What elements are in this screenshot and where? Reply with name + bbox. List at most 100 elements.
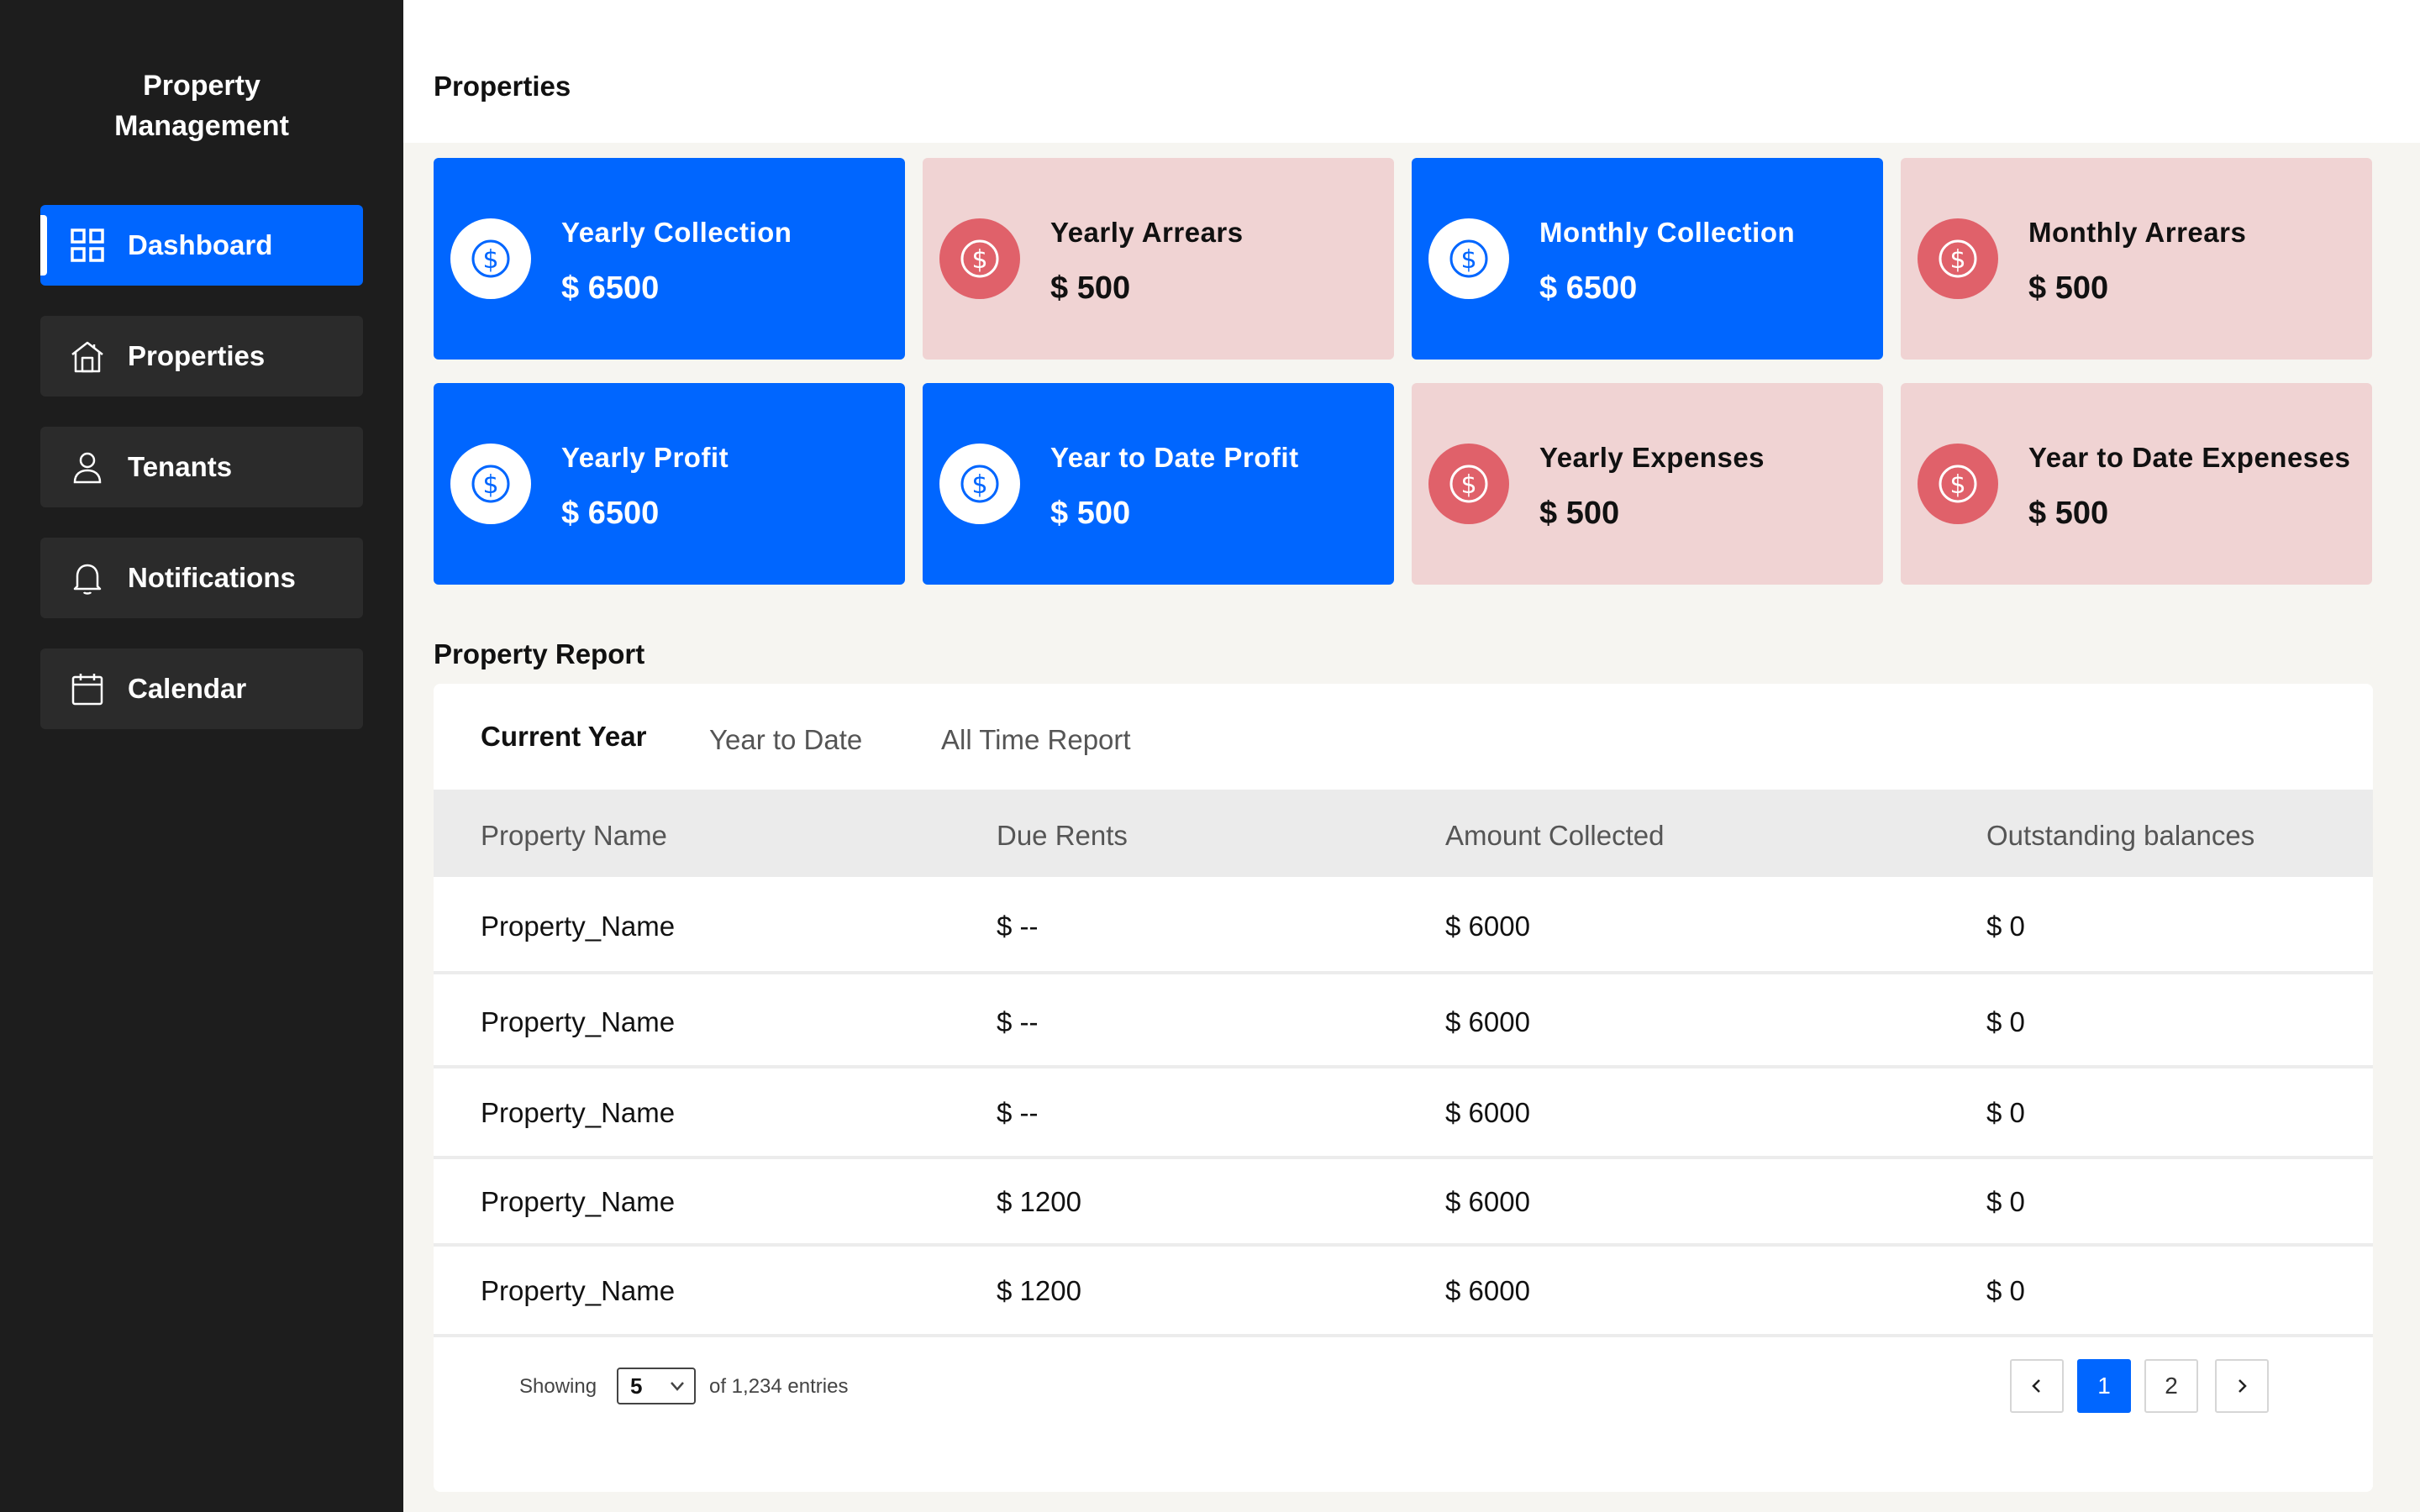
- card-value: $ 6500: [561, 270, 660, 306]
- sidebar-item-tenants[interactable]: Tenants: [40, 427, 363, 507]
- page-size-value: 5: [630, 1373, 643, 1399]
- sidebar-item-dashboard[interactable]: Dashboard: [40, 205, 363, 286]
- column-header-outstanding-balances[interactable]: Outstanding balances: [1986, 820, 2254, 852]
- card-label: Year to Date Profit: [1050, 442, 1299, 473]
- card-value: $ 500: [1050, 270, 1131, 306]
- pagination-prev-button[interactable]: [2010, 1359, 2064, 1413]
- card-value: $ 6500: [561, 496, 660, 531]
- entries-label: of 1,234 entries: [709, 1375, 849, 1398]
- card-label: Yearly Profit: [561, 442, 729, 473]
- cell-due-rents: $ --: [997, 911, 1039, 942]
- cell-property-name: Property_Name: [481, 911, 676, 942]
- card-yearly-expenses[interactable]: $ Yearly Expenses $ 500: [1412, 383, 1883, 585]
- cell-amount-collected: $ 6000: [1445, 1097, 1530, 1128]
- svg-text:$: $: [971, 245, 987, 275]
- report-title: Property Report: [434, 638, 645, 669]
- top-bar: [403, 0, 2420, 143]
- user-icon: [69, 449, 106, 486]
- grid-icon: [69, 227, 106, 264]
- cell-due-rents: $ 1200: [997, 1186, 1081, 1217]
- card-label: Year to Date Expeneses: [2028, 442, 2351, 473]
- cell-outstanding-balance: $ 0: [1986, 1275, 2025, 1306]
- card-value: $ 500: [2028, 496, 2109, 531]
- sidebar-item-properties[interactable]: Properties: [40, 316, 363, 396]
- cell-property-name: Property_Name: [481, 1097, 676, 1128]
- svg-text:$: $: [971, 470, 987, 500]
- dollar-coin-icon: $: [1428, 444, 1509, 524]
- card-year-to-date-expenses[interactable]: $ Year to Date Expeneses $ 500: [1901, 383, 2372, 585]
- dollar-coin-icon: $: [939, 218, 1020, 299]
- app-brand: Property Management: [0, 66, 403, 146]
- tab-all-time-report[interactable]: All Time Report: [941, 724, 1131, 756]
- cell-amount-collected: $ 6000: [1445, 1186, 1530, 1217]
- cell-property-name: Property_Name: [481, 1006, 676, 1037]
- cell-outstanding-balance: $ 0: [1986, 1006, 2025, 1037]
- card-label: Monthly Arrears: [2028, 217, 2247, 248]
- showing-label: Showing: [519, 1375, 597, 1398]
- cell-outstanding-balance: $ 0: [1986, 1097, 2025, 1128]
- pagination-page-2[interactable]: 2: [2144, 1359, 2198, 1413]
- card-value: $ 6500: [1539, 270, 1638, 306]
- card-year-to-date-profit[interactable]: $ Year to Date Profit $ 500: [923, 383, 1394, 585]
- pagination-page-1[interactable]: 1: [2077, 1359, 2131, 1413]
- svg-text:$: $: [1460, 470, 1476, 500]
- card-label: Yearly Arrears: [1050, 217, 1244, 248]
- tab-current-year[interactable]: Current Year: [481, 721, 646, 753]
- card-value: $ 500: [1539, 496, 1620, 531]
- pagination-next-button[interactable]: [2215, 1359, 2269, 1413]
- brand-line-2: Management: [114, 110, 289, 142]
- sidebar-item-label: Notifications: [128, 562, 296, 593]
- property-report-panel: Current Year Year to Date All Time Repor…: [434, 684, 2373, 1492]
- cell-property-name: Property_Name: [481, 1186, 676, 1217]
- sidebar-item-label: Properties: [128, 340, 266, 371]
- card-yearly-arrears[interactable]: $ Yearly Arrears $ 500: [923, 158, 1394, 360]
- card-monthly-arrears[interactable]: $ Monthly Arrears $ 500: [1901, 158, 2372, 360]
- page-title: Properties: [434, 71, 571, 102]
- chevron-right-icon: [2238, 1379, 2247, 1393]
- card-yearly-collection[interactable]: $ Yearly Collection $ 6500: [434, 158, 905, 360]
- table-row[interactable]: Property_Name $ 1200 $ 6000 $ 0: [434, 1247, 2373, 1337]
- chevron-left-icon: [2032, 1379, 2040, 1393]
- svg-text:$: $: [1949, 470, 1965, 500]
- cell-amount-collected: $ 6000: [1445, 911, 1530, 942]
- table-header: Property Name Due Rents Amount Collected…: [434, 790, 2373, 877]
- dollar-coin-icon: $: [1428, 218, 1509, 299]
- sidebar: Property Management Dashboard Properties…: [0, 0, 403, 1512]
- card-yearly-profit[interactable]: $ Yearly Profit $ 6500: [434, 383, 905, 585]
- svg-text:$: $: [1949, 245, 1965, 275]
- card-value: $ 500: [1050, 496, 1131, 531]
- svg-text:$: $: [482, 470, 498, 500]
- table-row[interactable]: Property_Name $ 1200 $ 6000 $ 0: [434, 1159, 2373, 1247]
- sidebar-item-calendar[interactable]: Calendar: [40, 648, 363, 729]
- card-monthly-collection[interactable]: $ Monthly Collection $ 6500: [1412, 158, 1883, 360]
- table-row[interactable]: Property_Name $ -- $ 6000 $ 0: [434, 974, 2373, 1068]
- tab-year-to-date[interactable]: Year to Date: [709, 724, 862, 756]
- cell-property-name: Property_Name: [481, 1275, 676, 1306]
- table-row[interactable]: Property_Name $ -- $ 6000 $ 0: [434, 877, 2373, 974]
- table-row[interactable]: Property_Name $ -- $ 6000 $ 0: [434, 1068, 2373, 1159]
- cell-due-rents: $ 1200: [997, 1275, 1081, 1306]
- dollar-coin-icon: $: [939, 444, 1020, 524]
- sidebar-item-label: Tenants: [128, 451, 233, 482]
- sidebar-item-notifications[interactable]: Notifications: [40, 538, 363, 618]
- cell-outstanding-balance: $ 0: [1986, 911, 2025, 942]
- card-label: Yearly Collection: [561, 217, 792, 248]
- dollar-coin-icon: $: [1918, 218, 1998, 299]
- dollar-coin-icon: $: [1918, 444, 1998, 524]
- chevron-down-icon: [671, 1382, 684, 1391]
- column-header-property-name[interactable]: Property Name: [481, 820, 667, 852]
- cell-amount-collected: $ 6000: [1445, 1006, 1530, 1037]
- column-header-amount-collected[interactable]: Amount Collected: [1445, 820, 1664, 852]
- dollar-coin-icon: $: [450, 444, 531, 524]
- sidebar-item-label: Calendar: [128, 673, 247, 704]
- page-size-select[interactable]: 5: [617, 1368, 696, 1404]
- cell-amount-collected: $ 6000: [1445, 1275, 1530, 1306]
- brand-line-1: Property: [143, 70, 260, 102]
- calendar-icon: [69, 670, 106, 707]
- sidebar-item-label: Dashboard: [128, 229, 273, 260]
- cell-due-rents: $ --: [997, 1097, 1039, 1128]
- svg-text:$: $: [1460, 245, 1476, 275]
- column-header-due-rents[interactable]: Due Rents: [997, 820, 1128, 852]
- house-icon: [69, 338, 106, 375]
- bell-icon: [69, 559, 106, 596]
